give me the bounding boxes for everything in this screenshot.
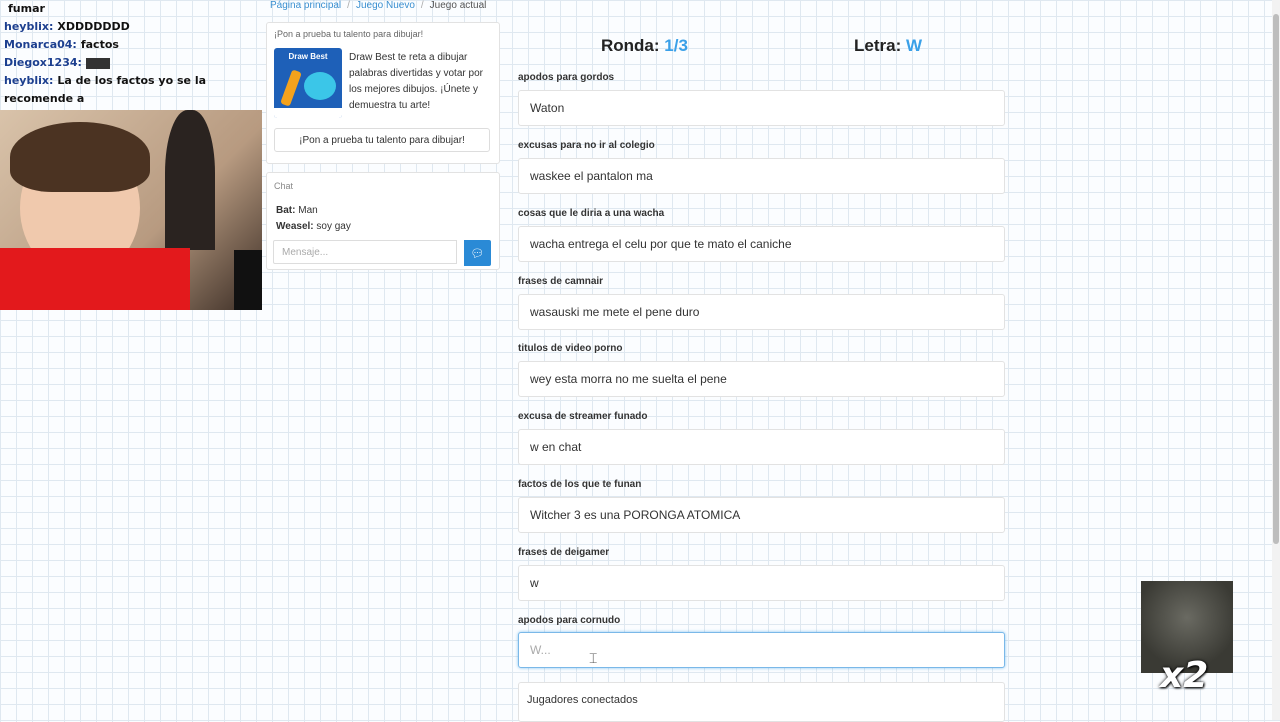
webcam-person-hair xyxy=(10,122,150,192)
breadcrumb-separator: / xyxy=(347,0,350,11)
category-input[interactable] xyxy=(518,429,1005,465)
field-label: frases de deigamer xyxy=(518,547,610,558)
breadcrumb-home-link[interactable]: Página principal xyxy=(270,0,341,11)
category-input[interactable] xyxy=(518,226,1005,262)
paintbrush-icon xyxy=(280,69,302,107)
webcam-feed xyxy=(0,110,262,310)
field-label: titulos de video porno xyxy=(518,343,623,354)
chat-message: Weasel: soy gay xyxy=(276,221,351,232)
draw-best-logo[interactable]: Draw Best xyxy=(274,48,342,118)
connected-players-title: Jugadores conectados xyxy=(527,694,638,706)
category-input[interactable] xyxy=(518,565,1005,601)
letter-indicator: Letra: W xyxy=(854,36,923,55)
field-label: frases de camnair xyxy=(518,276,604,287)
comment-icon: 💬︎ xyxy=(470,247,485,260)
round-indicator: Ronda: 1/3 xyxy=(601,36,688,55)
stream-chat-line: heyblix: XDDDDDDD xyxy=(4,20,130,33)
stream-chat-line: Diegox1234: xyxy=(0,54,262,72)
field-label: excusas para no ir al colegio xyxy=(518,140,655,151)
page-scrollbar[interactable] xyxy=(1272,0,1280,720)
field-label: excusa de streamer funado xyxy=(518,411,648,422)
category-input[interactable] xyxy=(518,90,1005,126)
chat-title: Chat xyxy=(274,181,294,191)
chat-messages: Bat: Man Weasel: soy gay xyxy=(276,203,499,235)
field-label: apodos para gordos xyxy=(518,72,615,83)
connected-players-panel: Jugadores conectados xyxy=(518,682,1005,722)
stream-chat-line: Monarca04: factos xyxy=(4,38,119,51)
webcam-person-shirt xyxy=(0,248,190,310)
promo-description: Draw Best te reta a dibujar palabras div… xyxy=(349,52,483,111)
webcam-background-figure xyxy=(165,110,215,250)
chat-send-button[interactable]: 💬︎ xyxy=(464,240,491,266)
breadcrumb-separator: / xyxy=(420,0,424,11)
stream-chat-line: heyblix: La de los factos yo se la recome… xyxy=(4,74,207,105)
promo-button[interactable]: ¡Pon a prueba tu talento para dibujar! xyxy=(274,128,490,152)
emote-icon xyxy=(85,57,110,69)
paint-splash-icon xyxy=(304,72,336,100)
scrollbar-thumb[interactable] xyxy=(1273,14,1279,544)
category-input[interactable] xyxy=(518,294,1005,330)
chat-message-input[interactable] xyxy=(273,240,457,264)
stream-chat-overlay: fumar heyblix: XDDDDDDD Monarca04: factos … xyxy=(0,0,262,126)
round-value: 1/3 xyxy=(664,36,688,55)
breadcrumb: Página principal / Juego Nuevo / Juego actua… xyxy=(270,0,486,11)
category-input[interactable] xyxy=(518,361,1005,397)
chat-message: Bat: Man xyxy=(276,205,318,216)
breadcrumb-new-game-link[interactable]: Juego Nuevo xyxy=(356,0,415,11)
field-label: apodos para cornudo xyxy=(518,615,621,626)
breadcrumb-current: Juego actual xyxy=(429,0,487,11)
letter-value: W xyxy=(905,36,923,55)
field-label: cosas que le diria a una wacha xyxy=(518,208,665,219)
category-input[interactable] xyxy=(518,158,1005,194)
text-cursor-icon: ⌶ xyxy=(589,650,598,666)
category-input[interactable] xyxy=(518,497,1005,533)
chat-panel: Chat Bat: Man Weasel: soy gay 💬︎ xyxy=(266,172,500,270)
draw-best-logo-title: Draw Best xyxy=(288,52,328,61)
promo-panel: ¡Pon a prueba tu talento para dibujar! D… xyxy=(266,22,500,164)
stream-alert-multiplier: x2 xyxy=(1160,655,1209,696)
promo-title: ¡Pon a prueba tu talento para dibujar! xyxy=(274,29,424,39)
logo-strip xyxy=(274,108,342,118)
stream-chat-line: fumar xyxy=(8,2,45,15)
field-label: factos de los que te funan xyxy=(518,479,642,490)
webcam-shadow xyxy=(234,250,262,310)
